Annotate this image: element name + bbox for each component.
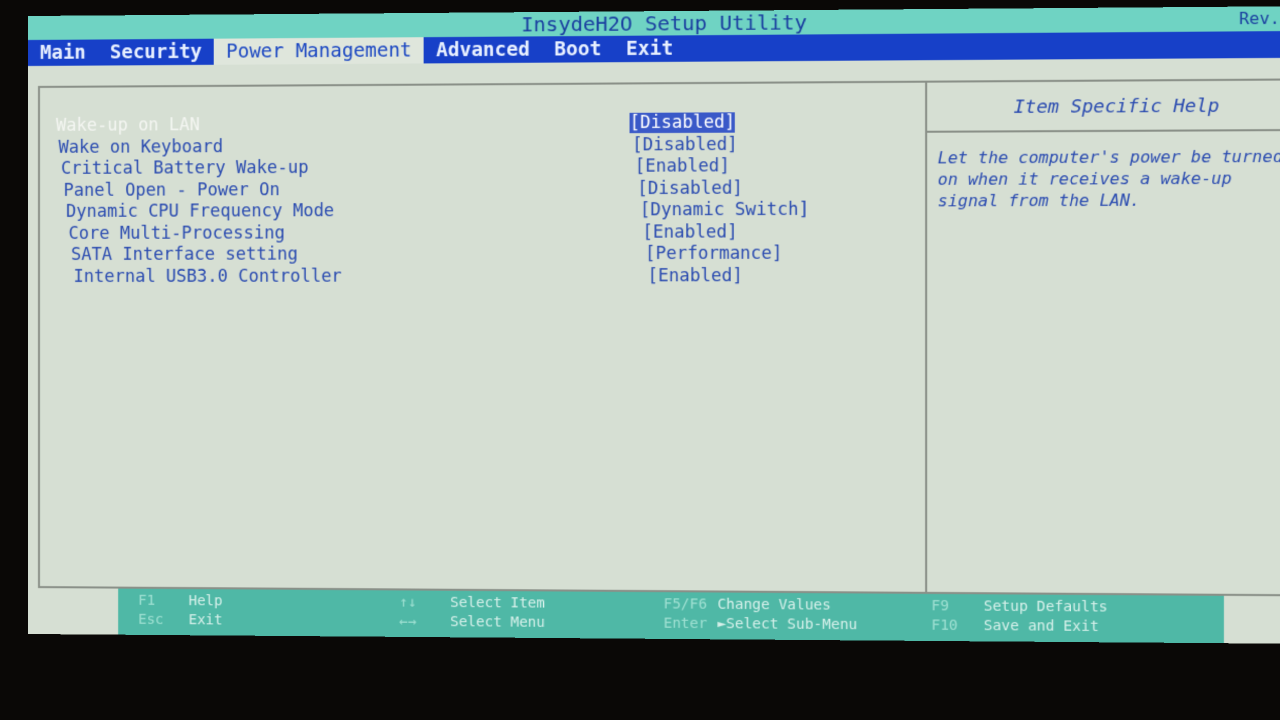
setting-value[interactable]: [Disabled]	[629, 112, 736, 134]
key-action: Help	[188, 593, 223, 610]
key-name: F9	[931, 598, 949, 615]
key-hint: F5/F6 Change Values	[664, 596, 932, 617]
key-hint: Enter ►Select Sub-Menu	[664, 616, 932, 637]
setting-row[interactable]: Internal USB3.0 Controller [Enabled]	[74, 265, 850, 288]
setting-label: SATA Interface setting	[71, 244, 298, 265]
key-hint: F1 Help	[138, 593, 399, 614]
setting-label: Critical Battery Wake-up	[61, 157, 309, 179]
setting-value[interactable]: [Disabled]	[637, 178, 743, 199]
setting-row[interactable]: SATA Interface setting [Performance]	[71, 243, 847, 267]
tab-main[interactable]: Main	[28, 40, 98, 66]
key-action: Select Menu	[450, 614, 545, 631]
key-legend: F1 Help ↑↓ Select Item F5/F6 Change Values F9 S…	[118, 588, 1224, 644]
key-hint: Esc Exit	[138, 612, 399, 633]
setting-row[interactable]: Dynamic CPU Frequency Mode [Dynamic Switc…	[66, 200, 842, 224]
tab-security[interactable]: Security	[98, 39, 214, 66]
setting-value[interactable]: [Disabled]	[632, 134, 738, 155]
setting-value[interactable]: [Dynamic Switch]	[640, 200, 809, 221]
tab-boot[interactable]: Boot	[542, 36, 614, 63]
help-title: Item Specific Help	[927, 80, 1280, 133]
tab-advanced[interactable]: Advanced	[424, 36, 542, 63]
help-text: Let the computer's power be turned on wh…	[937, 146, 1280, 211]
setting-value[interactable]: [Enabled]	[635, 156, 730, 177]
key-action: Setup Defaults	[983, 598, 1108, 616]
key-action: Save and Exit	[983, 617, 1099, 636]
key-name: ←→	[399, 613, 417, 630]
key-name: Enter	[663, 615, 708, 633]
settings-list: Wake-up on LAN [Disabled] Wake on Keyboard…	[39, 82, 928, 592]
key-hint: ←→ Select Menu	[399, 614, 663, 635]
setting-value[interactable]: [Enabled]	[642, 222, 737, 243]
revision: Rev. 3	[1238, 8, 1280, 29]
key-action: Exit	[188, 612, 223, 629]
setting-label: Internal USB3.0 Controller	[73, 266, 342, 287]
key-action: Select Item	[450, 594, 545, 612]
key-name: F5/F6	[663, 596, 708, 613]
setting-value[interactable]: [Performance]	[645, 243, 783, 264]
setting-value[interactable]: [Enabled]	[648, 265, 743, 285]
help-panel: Item Specific Help Let the computer's po…	[927, 80, 1280, 594]
key-hint: ↑↓ Select Item	[399, 594, 663, 615]
key-hint: F9 Setup Defaults	[931, 598, 1202, 619]
key-name: F1	[138, 592, 156, 609]
app-title: InsydeH2O Setup Utility	[521, 9, 807, 37]
key-name: F10	[931, 617, 958, 635]
setting-label: Dynamic CPU Frequency Mode	[66, 201, 335, 222]
setting-label: Wake-up on LAN	[56, 115, 200, 136]
setting-row[interactable]: Core Multi-Processing [Enabled]	[69, 221, 845, 245]
key-hint: F10 Save and Exit	[931, 617, 1202, 638]
setting-label: Wake on Keyboard	[58, 136, 224, 158]
key-name: ↑↓	[399, 594, 417, 611]
key-action: ►Select Sub-Menu	[717, 615, 858, 634]
setting-label: Core Multi-Processing	[68, 222, 285, 244]
bios-screen: InsydeH2O Setup Utility Rev. 3 MainSecur…	[28, 6, 1280, 644]
tab-exit[interactable]: Exit	[614, 35, 686, 62]
setting-label: Panel Open - Power On	[63, 179, 280, 201]
key-action: Change Values	[717, 596, 832, 614]
key-name: Esc	[138, 611, 164, 629]
tab-power-management[interactable]: Power Management	[214, 37, 424, 65]
setting-row[interactable]: Panel Open - Power On [Disabled]	[64, 178, 840, 203]
